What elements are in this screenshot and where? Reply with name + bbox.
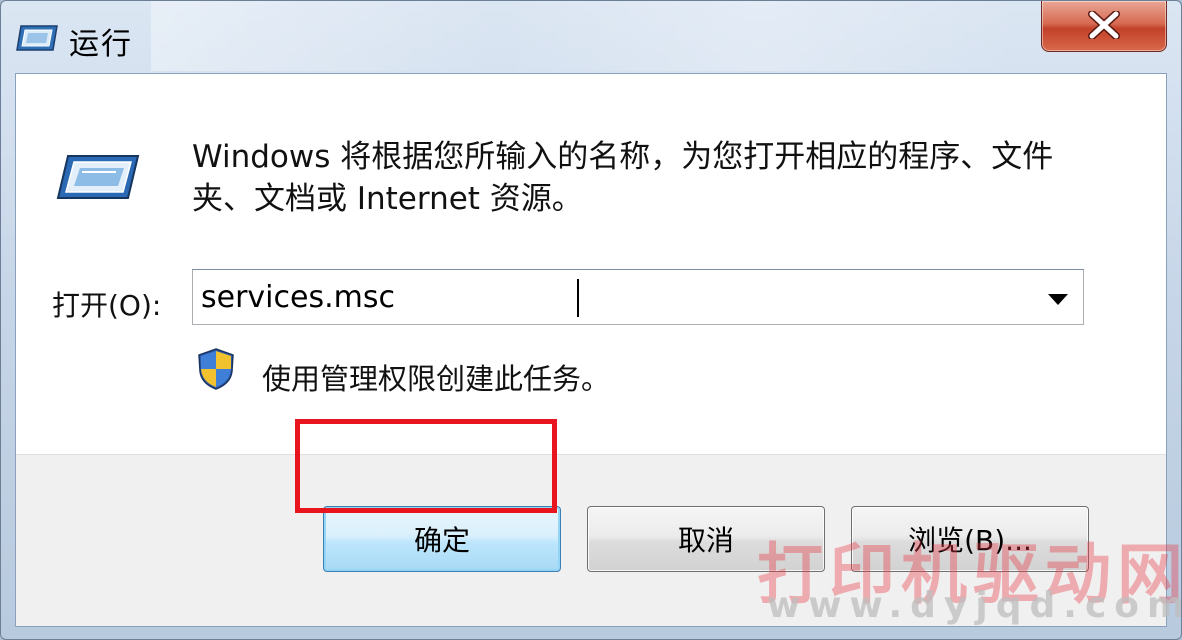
run-description: Windows 将根据您所输入的名称，为您打开相应的程序、文件夹、文档或 Int…	[192, 139, 1054, 217]
text-caret	[577, 279, 579, 317]
title-bar[interactable]: 运行	[1, 1, 1181, 73]
chevron-down-icon[interactable]	[1043, 284, 1073, 312]
browse-button[interactable]: 浏览(B)...	[851, 506, 1089, 572]
ok-button[interactable]: 确定	[323, 506, 561, 572]
dialog-content-panel: Windows 将根据您所输入的名称，为您打开相应的程序、文件夹、文档或 Int…	[16, 74, 1166, 455]
run-dialog-window: 运行 Windows 将根据您所输入的名称，为您打开相应的程序、文件夹、文档或 …	[0, 0, 1182, 640]
run-icon	[16, 25, 58, 51]
cancel-button[interactable]: 取消	[587, 506, 825, 572]
uac-shield-icon	[198, 348, 234, 390]
open-input[interactable]	[201, 274, 1021, 320]
admin-privilege-note: 使用管理权限创建此任务。	[262, 362, 611, 396]
window-title: 运行	[69, 27, 133, 62]
open-label: 打开(O):	[52, 289, 162, 322]
close-button[interactable]	[1041, 1, 1167, 52]
dialog-client-area: Windows 将根据您所输入的名称，为您打开相应的程序、文件夹、文档或 Int…	[15, 73, 1167, 627]
run-icon	[56, 155, 140, 199]
open-combobox[interactable]	[192, 269, 1084, 325]
close-icon	[1088, 11, 1120, 39]
